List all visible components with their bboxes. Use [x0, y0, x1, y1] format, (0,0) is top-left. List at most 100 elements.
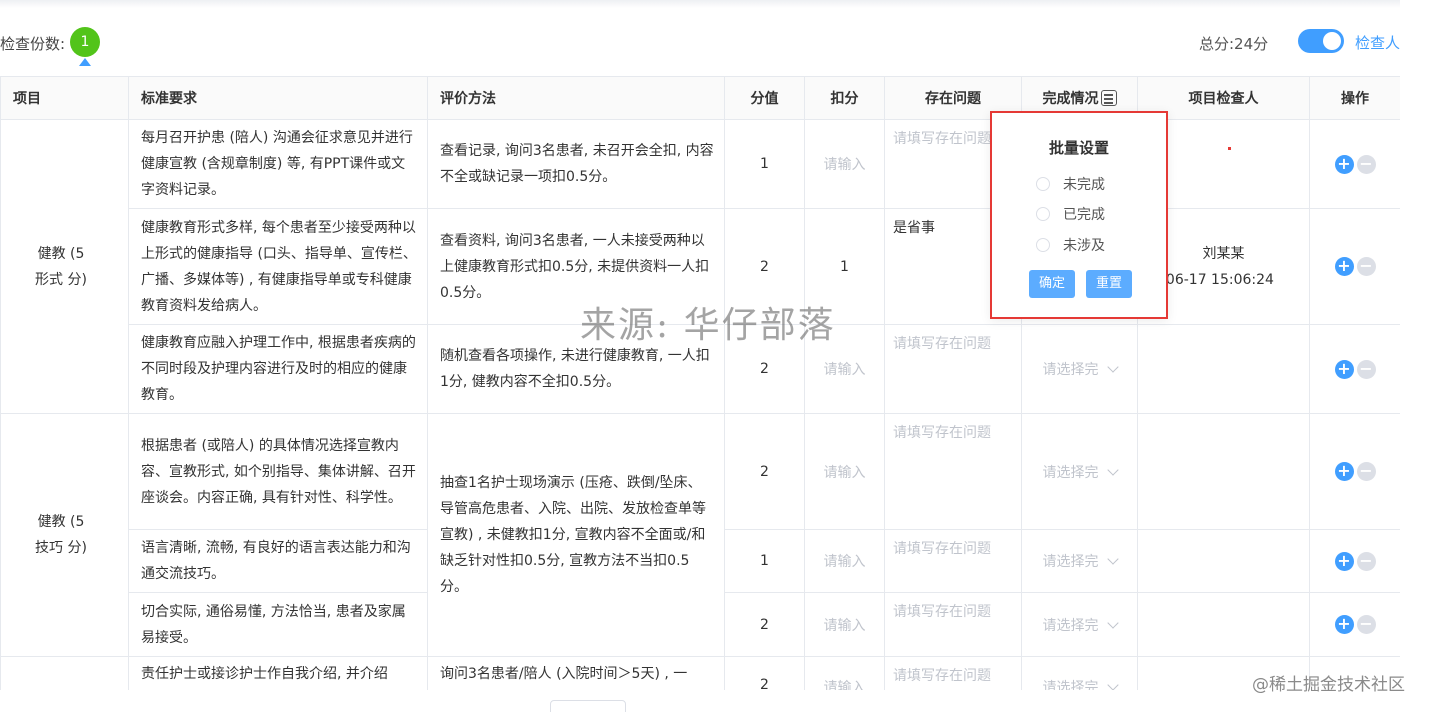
filter-icon[interactable]	[1100, 90, 1117, 106]
status-select[interactable]: 请选择完	[1021, 413, 1138, 530]
score-cell: 2	[724, 656, 805, 690]
chevron-down-icon	[1106, 553, 1119, 565]
radio-circle-icon	[1036, 207, 1050, 221]
issue-input[interactable]: 请填写存在问题	[884, 413, 1022, 530]
score-cell: 2	[724, 592, 805, 657]
remove-row-icon[interactable]: −	[1356, 615, 1376, 634]
issue-input[interactable]: 请填写存在问题	[884, 592, 1022, 657]
remove-row-icon[interactable]: −	[1356, 359, 1376, 379]
radio-circle-icon	[1036, 238, 1050, 252]
inspector-toggle[interactable]	[1298, 29, 1344, 53]
caret-up-icon	[79, 58, 91, 66]
deduct-input[interactable]: 请输入	[804, 413, 885, 530]
ops-cell: + −	[1309, 208, 1400, 325]
col-deduct: 扣分	[804, 76, 885, 120]
project-cell: 健教 (5 技巧 分)	[0, 413, 129, 657]
col-project: 项目	[0, 76, 129, 120]
table-row: 健教 (5 技巧 分) 根据患者 (或陪人) 的具体情况选择宣教内容、宣教形式,…	[0, 413, 1400, 657]
radio-label: 未完成	[1063, 177, 1105, 193]
project-name: 健教 (5 形式 分)	[35, 245, 87, 288]
inspector-cell	[1137, 529, 1310, 593]
add-row-icon[interactable]: +	[1334, 615, 1354, 634]
table-row: 健教 (5 形式 分) 每月召开护患 (陪人) 沟通会征求意见并进行健康宣教 (…	[0, 119, 1400, 414]
col-score: 分值	[724, 76, 805, 120]
source-watermark: 来源: 华仔部落	[580, 305, 836, 346]
add-row-icon[interactable]: +	[1334, 359, 1354, 379]
add-row-icon[interactable]: +	[1334, 551, 1354, 571]
issue-placeholder: 请填写存在问题	[893, 425, 991, 441]
deduct-placeholder: 请输入	[823, 617, 866, 634]
radio-circle-icon	[1036, 177, 1050, 191]
remove-row-icon[interactable]: −	[1356, 551, 1376, 571]
method-cell: 查看记录, 询问3名患者, 未召开会全扣, 内容不全或缺记录一项扣0.5分。	[427, 119, 725, 209]
table-row: 责任护士或接诊护士作自我介绍, 并介绍 询问3名患者/陪人 (入院时间＞5天) …	[0, 656, 1400, 690]
deduct-placeholder: 请输入	[823, 554, 866, 570]
inspector-cell	[1137, 592, 1310, 657]
method-cell: 询问3名患者/陪人 (入院时间＞5天) , 一	[427, 656, 725, 690]
deduct-input[interactable]: 请输入	[804, 656, 885, 690]
issue-placeholder: 请填写存在问题	[893, 131, 991, 147]
issue-placeholder: 请填写存在问题	[893, 336, 991, 352]
radio-label: 已完成	[1063, 207, 1105, 223]
radio-complete[interactable]: 已完成	[1036, 204, 1105, 224]
ops-cell: + −	[1309, 529, 1400, 593]
project-cell	[0, 656, 129, 690]
deduct-input[interactable]: 请输入	[804, 592, 885, 657]
method-cell: 抽查1名护士现场演示 (压疮、跌倒/坠床、导管高危患者、入院、出院、发放检查单等…	[427, 413, 725, 657]
standard-cell: 健康教育形式多样, 每个患者至少接受两种以上形式的健康指导 (口头、指导单、宣传…	[128, 208, 428, 325]
status-select[interactable]: 请选择完	[1021, 656, 1138, 690]
standard-cell: 切合实际, 通俗易懂, 方法恰当, 患者及家属易接受。	[128, 592, 428, 657]
col-status-label: 完成情况	[1042, 91, 1099, 107]
add-row-icon[interactable]: +	[1334, 154, 1354, 174]
project-cell: 健教 (5 形式 分)	[0, 119, 129, 414]
reset-button[interactable]: 重置	[1086, 270, 1132, 298]
remove-row-icon[interactable]: −	[1356, 154, 1376, 174]
chevron-down-icon	[1106, 679, 1119, 690]
inspector-cell	[1137, 324, 1310, 414]
status-select[interactable]: 请选择完	[1021, 592, 1138, 657]
standard-cell: 每月召开护患 (陪人) 沟通会征求意见并进行健康宣教 (含规章制度) 等, 有P…	[128, 119, 428, 209]
status-select[interactable]: 请选择完	[1021, 324, 1138, 414]
count-badge[interactable]: 1	[70, 27, 100, 57]
issue-input[interactable]: 请填写存在问题	[884, 324, 1022, 414]
table-header: 项目 标准要求 评价方法 分值 扣分 存在问题 完成情况 项目检查人 操作	[0, 76, 1400, 120]
deduct-input[interactable]: 请输入	[804, 529, 885, 593]
standard-cell: 责任护士或接诊护士作自我介绍, 并介绍	[128, 656, 428, 690]
score-cell: 1	[724, 529, 805, 593]
remove-row-icon[interactable]: −	[1356, 462, 1376, 481]
inspector-cell	[1137, 413, 1310, 530]
radio-label: 未涉及	[1063, 238, 1105, 254]
issue-placeholder: 请填写存在问题	[893, 604, 991, 620]
red-dot	[1228, 147, 1231, 150]
issue-input[interactable]: 请填写存在问题	[884, 529, 1022, 593]
chevron-down-icon	[1106, 361, 1119, 373]
radio-incomplete[interactable]: 未完成	[1036, 174, 1105, 194]
deduct-input[interactable]: 请输入	[804, 119, 885, 209]
chevron-down-icon	[1106, 463, 1119, 476]
add-row-icon[interactable]: +	[1334, 462, 1354, 481]
add-row-icon[interactable]: +	[1334, 257, 1354, 276]
standard-cell: 语言清晰, 流畅, 有良好的语言表达能力和沟通交流技巧。	[128, 529, 428, 593]
batch-settings-popover: 批量设置 未完成 已完成 未涉及 确定 重置	[990, 111, 1168, 319]
score-cell: 1	[724, 119, 805, 209]
popover-title: 批量设置	[1048, 139, 1109, 157]
ops-cell: + −	[1309, 324, 1400, 414]
deduct-placeholder: 请输入	[823, 680, 866, 690]
radio-not-applicable[interactable]: 未涉及	[1036, 235, 1105, 255]
status-placeholder: 请选择完	[1042, 464, 1099, 481]
pagination[interactable]	[550, 700, 626, 712]
deduct-placeholder: 请输入	[823, 464, 866, 481]
deduct-placeholder: 请输入	[823, 157, 866, 173]
total-score: 总分:24分	[1199, 35, 1269, 53]
issue-placeholder: 请填写存在问题	[893, 541, 991, 557]
remove-row-icon[interactable]: −	[1356, 257, 1376, 276]
chevron-down-icon	[1106, 616, 1119, 629]
col-standard: 标准要求	[128, 76, 428, 120]
issue-input[interactable]: 请填写存在问题	[884, 656, 1022, 690]
count-label: 检查份数:	[0, 35, 66, 53]
inspector-toggle-label[interactable]: 检查人	[1355, 32, 1400, 53]
ops-cell: + −	[1309, 592, 1400, 657]
confirm-button[interactable]: 确定	[1029, 270, 1075, 298]
top-shadow	[0, 0, 1400, 8]
status-select[interactable]: 请选择完	[1021, 529, 1138, 593]
